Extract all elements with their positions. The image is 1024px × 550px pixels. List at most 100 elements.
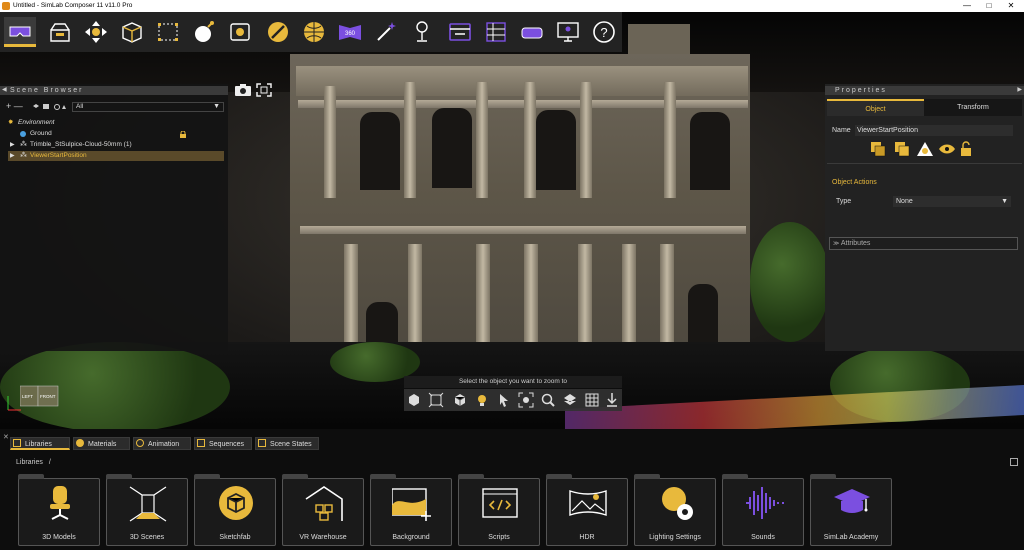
library-card-hdr[interactable]: HDR — [546, 474, 628, 546]
vr-goggles-button[interactable] — [516, 17, 548, 47]
point-cloud-cornice-middle — [300, 226, 746, 234]
breadcrumb-libraries[interactable]: Libraries — [16, 459, 43, 466]
expand-arrow-icon[interactable]: ▶ — [10, 151, 15, 161]
library-card-simlab-academy[interactable]: SimLab Academy — [810, 474, 892, 546]
library-card-vr-warehouse[interactable]: VR Warehouse — [282, 474, 364, 546]
name-label: Name — [832, 127, 851, 134]
library-card-sounds[interactable]: Sounds — [722, 474, 804, 546]
snapshot-button[interactable] — [224, 17, 256, 47]
layers-icon[interactable] — [562, 392, 578, 408]
libraries-tab-icon — [13, 439, 21, 447]
move-tool-button[interactable] — [80, 17, 112, 47]
explode-button[interactable] — [188, 17, 220, 47]
card-label: 3D Scenes — [129, 534, 165, 541]
light-bulb-icon[interactable] — [474, 392, 490, 408]
collapse-left-icon[interactable]: ◀ — [2, 86, 7, 93]
tree-item-point-cloud[interactable]: ▶ ⁂ Trimble_StSulpice-Cloud-50mm (1) — [0, 140, 224, 150]
unlock-icon[interactable] — [961, 141, 971, 156]
solid-cube-icon[interactable] — [452, 392, 468, 408]
toggle-panel-button[interactable] — [444, 17, 476, 47]
zoom-magnifier-icon[interactable] — [540, 392, 556, 408]
light-stand-button[interactable] — [406, 17, 438, 47]
environment-button[interactable] — [298, 17, 330, 47]
copy-object-icon[interactable] — [871, 142, 886, 157]
card-label: Background — [392, 534, 430, 541]
app-logo-icon — [2, 2, 10, 10]
view-cube-icon[interactable]: LEFT FRONT — [20, 382, 60, 412]
library-card-scripts[interactable]: Scripts — [458, 474, 540, 546]
type-dropdown[interactable]: None ▼ — [893, 196, 1011, 207]
help-button[interactable]: ? — [588, 17, 620, 47]
maximize-button[interactable]: □ — [978, 0, 1000, 12]
warning-shape-icon[interactable] — [917, 142, 933, 156]
fit-selection-icon[interactable] — [518, 392, 534, 408]
camera-snapshot-icon[interactable] — [234, 83, 252, 97]
group-object-icon[interactable] — [895, 142, 910, 157]
facade-arch — [360, 112, 400, 190]
disable-button[interactable] — [262, 17, 294, 47]
drop-to-floor-icon[interactable] — [604, 392, 620, 408]
title-bar: Untitled - SimLab Composer 11 v11.0 Pro … — [0, 0, 1024, 12]
tree-item-label: ViewerStartPosition — [30, 152, 87, 159]
collapse-right-icon[interactable]: ▶ — [1017, 86, 1022, 93]
open-box-button[interactable] — [44, 17, 76, 47]
minimize-button[interactable]: — — [956, 0, 978, 12]
scene-filter-tools-icon[interactable] — [32, 102, 68, 111]
fit-view-icon[interactable] — [256, 83, 272, 97]
table-grid-icon — [486, 22, 506, 42]
bomb-icon — [195, 21, 214, 42]
view-cube-select-icon[interactable] — [406, 392, 422, 408]
help-glyph: ? — [600, 25, 607, 40]
tab-object[interactable]: Object — [827, 99, 924, 116]
visibility-eye-icon[interactable] — [939, 144, 955, 154]
lock-icon[interactable] — [180, 131, 186, 138]
scene-browser-title: Scene Browser — [0, 86, 228, 95]
light-stand-icon — [416, 21, 428, 42]
cube-tool-button[interactable] — [116, 17, 148, 47]
chevron-double-down-icon: ≫ — [833, 241, 840, 247]
type-value: None — [896, 198, 913, 205]
tree-item-label: Ground — [30, 130, 52, 137]
vr-headset-button[interactable] — [4, 17, 36, 47]
pano-label: 360 — [345, 31, 356, 37]
object-actions-label: Object Actions — [832, 179, 877, 186]
tree-item-ground[interactable]: Ground — [0, 129, 224, 139]
breadcrumb-separator: / — [48, 459, 51, 466]
facade-column — [580, 82, 592, 198]
card-tab — [194, 474, 220, 479]
table-grid-button[interactable] — [480, 17, 512, 47]
card-tab — [282, 474, 308, 479]
library-card-sketchfab[interactable]: Sketchfab — [194, 474, 276, 546]
name-field[interactable]: ViewerStartPosition — [855, 125, 1013, 136]
grid-icon[interactable] — [584, 392, 600, 408]
view-mode-icon[interactable] — [1010, 458, 1018, 466]
library-card-3d-models[interactable]: 3D Models — [18, 474, 100, 546]
panorama-360-button[interactable]: 360 — [334, 17, 366, 47]
app-window: Untitled - SimLab Composer 11 v11.0 Pro … — [0, 0, 1024, 550]
scene-filter-dropdown[interactable]: All ▼ — [72, 102, 224, 112]
attributes-section[interactable]: ≫ Attributes — [829, 237, 1018, 250]
tab-transform[interactable]: Transform — [924, 99, 1022, 116]
library-card-lighting-settings[interactable]: Lighting Settings — [634, 474, 716, 546]
toggle-panel-icon — [449, 23, 471, 41]
zoom-extents-icon[interactable] — [428, 392, 444, 408]
tree-item-environment[interactable]: ✸ Environment — [0, 118, 224, 128]
expand-arrow-icon[interactable]: ▶ — [10, 140, 15, 150]
tree-item-viewer-start[interactable]: ▶ ⁂ ViewerStartPosition — [8, 151, 224, 161]
close-button[interactable]: ✕ — [1000, 0, 1022, 12]
facade-column — [524, 82, 536, 198]
scene-tools[interactable]: + — — [6, 101, 23, 111]
presentation-button[interactable] — [552, 17, 584, 47]
pointer-cursor-icon[interactable] — [496, 392, 512, 408]
magic-wand-button[interactable] — [370, 17, 402, 47]
close-panel-icon[interactable]: ✕ — [3, 433, 9, 441]
type-label: Type — [836, 198, 852, 205]
card-label: HDR — [579, 534, 595, 541]
library-card-3d-scenes[interactable]: 3D Scenes — [106, 474, 188, 546]
card-tab — [370, 474, 396, 479]
window-title: Untitled - SimLab Composer 11 v11.0 Pro — [13, 2, 133, 9]
library-card-background[interactable]: Background — [370, 474, 452, 546]
selection-box-button[interactable] — [152, 17, 184, 47]
code-script-icon — [482, 488, 518, 518]
vr-goggles-icon — [521, 27, 543, 39]
